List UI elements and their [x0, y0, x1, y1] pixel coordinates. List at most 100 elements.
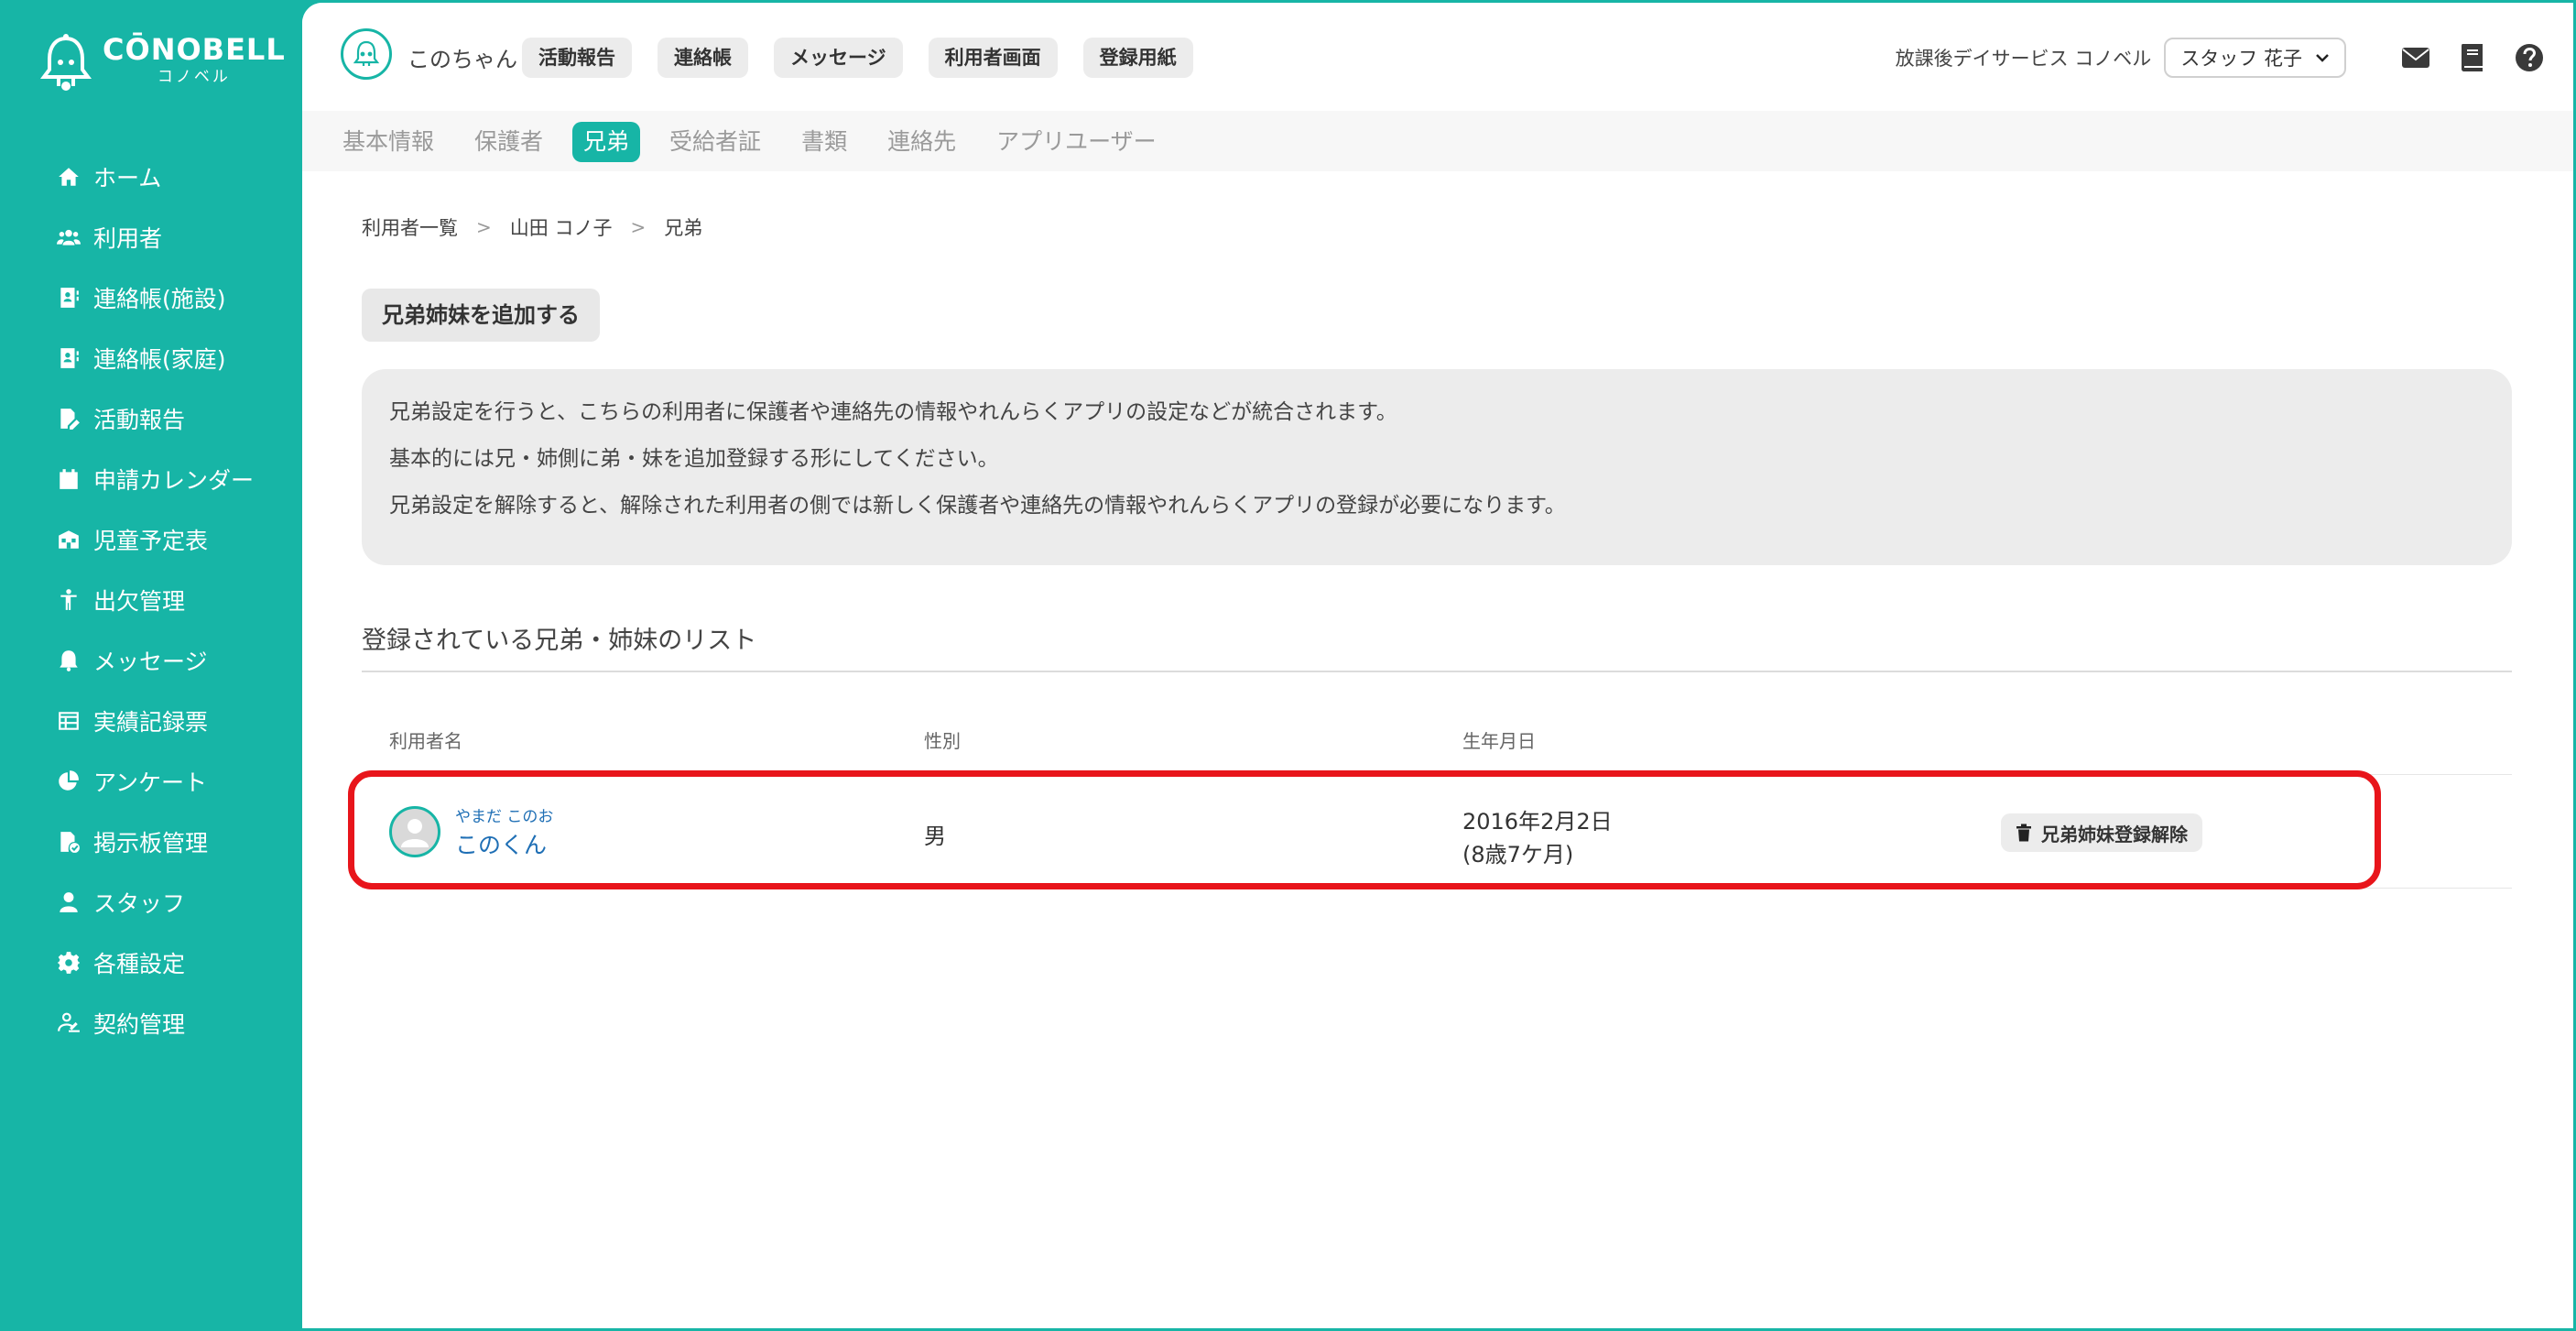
- sidebar-item-settings[interactable]: 各種設定: [0, 933, 302, 993]
- breadcrumb-users-list[interactable]: 利用者一覧: [362, 213, 458, 241]
- dob-age: (8歳7ケ月): [1462, 842, 1574, 867]
- bell-icon: [55, 647, 82, 674]
- sidebar-item-label: 出欠管理: [93, 588, 186, 615]
- sidebar-item-activity-report[interactable]: 活動報告: [0, 388, 302, 449]
- column-header-name: 利用者名: [389, 730, 462, 752]
- sidebar-item-label: ホーム: [93, 165, 162, 191]
- registration-form-link[interactable]: 登録用紙: [1082, 38, 1193, 78]
- breadcrumb-separator-icon: >: [630, 216, 647, 238]
- sidebar-item-record-sheet[interactable]: 実績記録票: [0, 691, 302, 751]
- current-child-name: このちゃん: [408, 47, 517, 72]
- column-header-gender: 性別: [924, 730, 961, 752]
- sidebar-item-label: 掲示板管理: [93, 830, 209, 856]
- bell-logo-icon: [40, 34, 92, 91]
- info-line: 兄弟設定を行うと、こちらの利用者に保護者や連絡先の情報やれんらくアプリの設定など…: [389, 400, 1397, 424]
- sidebar-item-request-calendar[interactable]: 申請カレンダー: [0, 449, 302, 509]
- sidebar-item-child-schedule[interactable]: 児童予定表: [0, 509, 302, 570]
- help-icon: [2516, 44, 2543, 71]
- tab-app-users[interactable]: アプリユーザー: [985, 122, 1168, 162]
- remove-sibling-label: 兄弟姉妹登録解除: [2041, 823, 2188, 846]
- sidebar-item-label: 実績記録票: [93, 709, 209, 736]
- sidebar-nav: ホーム 利用者 連絡帳(施設) 連絡帳(家庭) 活動報告 申請カレンダー 児童予…: [0, 147, 302, 1053]
- trash-icon: [2016, 824, 2031, 842]
- info-notice: 兄弟設定を行うと、こちらの利用者に保護者や連絡先の情報やれんらくアプリの設定など…: [362, 369, 2512, 565]
- help-button[interactable]: [2513, 41, 2546, 74]
- sidebar-item-label: 連絡帳(施設): [93, 286, 226, 312]
- breadcrumb-separator-icon: >: [476, 216, 492, 238]
- sidebar-item-users[interactable]: 利用者: [0, 207, 302, 267]
- tab-guardians[interactable]: 保護者: [463, 122, 554, 162]
- tab-basic-info[interactable]: 基本情報: [332, 122, 445, 162]
- logo-subtext: コノベル: [157, 68, 231, 86]
- sidebar-item-label: 活動報告: [93, 407, 186, 433]
- mail-button[interactable]: [2399, 41, 2432, 74]
- manual-button[interactable]: [2456, 41, 2489, 74]
- pie-chart-icon: [55, 768, 82, 795]
- sidebar-item-label: 各種設定: [93, 951, 186, 977]
- table-divider: [362, 774, 2512, 775]
- sidebar-item-label: 申請カレンダー: [93, 467, 255, 494]
- contact-book-link[interactable]: 連絡帳: [658, 38, 748, 78]
- user-screen-link[interactable]: 利用者画面: [928, 38, 1058, 78]
- breadcrumb-user[interactable]: 山田 コノ子: [510, 213, 613, 241]
- sidebar-item-attendance[interactable]: 出欠管理: [0, 570, 302, 630]
- user-furigana: やまだ このお: [455, 808, 554, 826]
- tab-contacts[interactable]: 連絡先: [876, 122, 967, 162]
- table-row: やまだ このお このくん 男 2016年2月2日 (8歳7ケ月) 兄弟姉妹登録解…: [362, 776, 2512, 888]
- sidebar-item-contact-facility[interactable]: 連絡帳(施設): [0, 267, 302, 328]
- sidebar-item-label: メッセージ: [93, 649, 208, 675]
- users-icon: [55, 224, 82, 251]
- sidebar-item-label: 利用者: [93, 225, 163, 252]
- sidebar-item-label: スタッフ: [93, 890, 186, 917]
- sidebar-item-board[interactable]: 掲示板管理: [0, 812, 302, 872]
- facility-name: 放課後デイサービス コノベル: [1895, 48, 2152, 70]
- report-edit-icon: [55, 405, 82, 432]
- attendance-icon: [55, 586, 82, 614]
- sidebar-item-contact-home[interactable]: 連絡帳(家庭): [0, 328, 302, 388]
- section-divider: [362, 671, 2512, 672]
- home-icon: [55, 163, 82, 191]
- main-panel: このちゃん 活動報告 連絡帳 メッセージ 利用者画面 登録用紙 放課後デイサービ…: [302, 3, 2573, 1328]
- bell-character-icon: [353, 40, 380, 66]
- sidebar-item-survey[interactable]: アンケート: [0, 751, 302, 812]
- user-gender: 男: [924, 824, 946, 849]
- sidebar-item-label: 連絡帳(家庭): [93, 346, 226, 373]
- add-sibling-button[interactable]: 兄弟姉妹を追加する: [362, 289, 600, 342]
- staff-icon: [55, 889, 82, 916]
- user-dob: 2016年2月2日 (8歳7ケ月): [1462, 805, 1613, 871]
- breadcrumb: 利用者一覧 > 山田 コノ子 > 兄弟: [362, 213, 702, 241]
- remove-sibling-button[interactable]: 兄弟姉妹登録解除: [2001, 813, 2202, 852]
- sidebar-item-message[interactable]: メッセージ: [0, 630, 302, 691]
- message-link[interactable]: メッセージ: [774, 38, 903, 78]
- sidebar-item-label: アンケート: [93, 769, 208, 796]
- dob-date: 2016年2月2日: [1462, 809, 1613, 835]
- column-header-dob: 生年月日: [1462, 730, 1536, 752]
- avatar: [389, 806, 440, 857]
- conobell-logo[interactable]: CŌNOBELL コノベル: [38, 33, 286, 95]
- tab-documents[interactable]: 書類: [790, 122, 858, 162]
- info-line: 兄弟設定を解除すると、解除された利用者の側では新しく保護者や連絡先の情報やれんら…: [389, 494, 1566, 518]
- sidebar-item-contract[interactable]: 契約管理: [0, 993, 302, 1053]
- tab-siblings[interactable]: 兄弟: [572, 122, 641, 162]
- sidebar-item-home[interactable]: ホーム: [0, 147, 302, 207]
- info-line: 基本的には兄・姉側に弟・妹を追加登録する形にしてください。: [389, 447, 999, 471]
- sidebar-item-label: 児童予定表: [93, 528, 209, 554]
- top-right-controls: 放課後デイサービス コノベル スタッフ 花子: [1896, 38, 2546, 78]
- sidebar: CŌNOBELL コノベル ホーム 利用者 連絡帳(施設) 連絡帳(家庭) 活動…: [0, 0, 302, 1331]
- user-placeholder-icon: [401, 819, 429, 847]
- contract-icon: [55, 1009, 82, 1037]
- child-avatar[interactable]: [341, 28, 392, 80]
- breadcrumb-current: 兄弟: [664, 217, 703, 239]
- schedule-icon: [55, 526, 82, 553]
- contact-book-icon: [55, 344, 82, 372]
- table-icon: [55, 707, 82, 735]
- sidebar-item-staff[interactable]: スタッフ: [0, 872, 302, 933]
- mail-icon: [2402, 48, 2429, 68]
- staff-select[interactable]: スタッフ 花子: [2164, 38, 2346, 78]
- tab-recipient-certificate[interactable]: 受給者証: [658, 122, 772, 162]
- activity-report-link[interactable]: 活動報告: [522, 38, 632, 78]
- user-name-link[interactable]: このくん: [455, 827, 547, 860]
- contact-book-icon: [55, 284, 82, 311]
- table-divider: [362, 888, 2512, 889]
- chevron-down-icon: [2316, 54, 2329, 62]
